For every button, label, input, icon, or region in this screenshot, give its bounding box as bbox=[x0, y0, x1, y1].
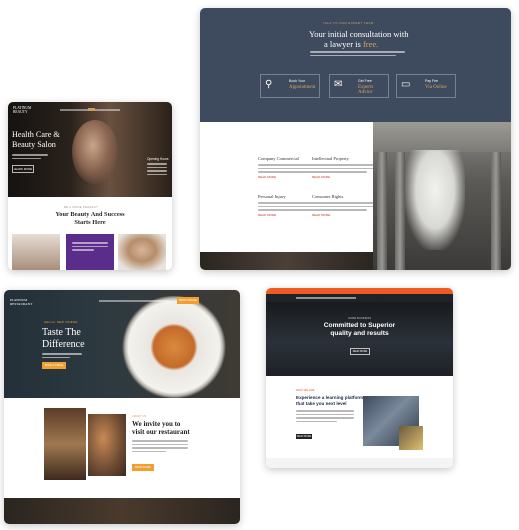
beauty-headline: Health Care & Beauty Salon bbox=[12, 130, 60, 149]
corporate-cta-button[interactable]: READ MORE bbox=[296, 434, 312, 439]
about-read-more-button[interactable]: READ MORE bbox=[132, 464, 154, 471]
food-photo bbox=[88, 414, 126, 476]
restaurant-template-card[interactable]: PLATINUM RESTAURANT BOOK ONLINE HELLO, NE… bbox=[4, 290, 240, 524]
laptop-icon: ▭ bbox=[401, 79, 411, 90]
feature-online-fee[interactable]: ▭ Pay Fee Via Online bbox=[396, 74, 456, 98]
model-portrait bbox=[72, 120, 118, 184]
restaurant-eyebrow: HELLO, NEW FRIEND bbox=[44, 320, 78, 324]
person-icon: ⚲ bbox=[265, 79, 273, 90]
about-eyebrow: ABOUT US bbox=[132, 414, 147, 418]
promo-tile bbox=[66, 234, 114, 270]
tools-photo bbox=[12, 234, 60, 270]
opening-hours-title: Opening Hours bbox=[147, 157, 169, 161]
corporate-headline: Committed to Superior quality and results bbox=[323, 322, 396, 337]
lawyer-hero: TALK TO OUR EXPERT TEAM Your initial con… bbox=[200, 8, 511, 122]
restaurant-footer-photo bbox=[4, 498, 240, 524]
about-headline: We invite you to visit our restaurant bbox=[132, 420, 190, 436]
chat-icon: ✉ bbox=[334, 79, 343, 90]
beauty-hero: PLATINUM BEAUTY Health Care & Beauty Salon… bbox=[8, 102, 172, 197]
restaurant-nav[interactable] bbox=[99, 300, 169, 302]
hero-paragraph bbox=[310, 51, 405, 58]
beauty-template-card[interactable]: PLATINUM BEAUTY Health Care & Beauty Salon… bbox=[8, 102, 172, 270]
corporate-nav[interactable] bbox=[266, 294, 453, 302]
corporate-hero-button[interactable]: READ MORE bbox=[350, 348, 370, 355]
learn-more-button[interactable]: LEARN MORE bbox=[12, 165, 34, 173]
corporate-eyebrow-2: WHO WE ARE bbox=[296, 388, 315, 392]
hero-eyebrow: TALK TO OUR EXPERT TEAM bbox=[323, 21, 374, 25]
hero-headline-line2: a lawyer is free. bbox=[324, 39, 379, 49]
lawyer-template-card[interactable]: TALK TO OUR EXPERT TEAM Your initial con… bbox=[200, 8, 511, 270]
restaurant-logo[interactable]: PLATINUM RESTAURANT bbox=[10, 298, 32, 306]
reserve-button[interactable]: BOOK ONLINE bbox=[177, 297, 199, 304]
hero-headline-line1: Your initial consultation with bbox=[309, 29, 409, 39]
restaurant-hero: PLATINUM RESTAURANT BOOK ONLINE HELLO, NE… bbox=[4, 290, 240, 398]
beauty-logo[interactable]: PLATINUM BEAUTY bbox=[13, 106, 31, 114]
feature-expert-advice[interactable]: ✉ Get Free Experts Advice bbox=[329, 74, 389, 98]
corporate-footer bbox=[266, 458, 453, 468]
building-photo bbox=[363, 396, 423, 450]
corporate-hero: HOME BUSINESS Committed to Superior quali… bbox=[266, 302, 453, 376]
restaurant-headline: Taste The Difference bbox=[42, 327, 85, 350]
corporate-template-card[interactable]: HOME BUSINESS Committed to Superior quali… bbox=[266, 288, 453, 468]
model-photo bbox=[118, 234, 166, 270]
beauty-eyebrow: BE A MORE PERFECT bbox=[64, 205, 99, 209]
interior-photo-1 bbox=[44, 408, 86, 480]
lawyer-footer-strip bbox=[200, 252, 373, 270]
courthouse-statue-photo bbox=[373, 122, 511, 270]
corporate-subheadline: Experience a learning platform that take … bbox=[296, 395, 364, 406]
book-table-button[interactable]: BOOK A TABLE bbox=[42, 362, 66, 369]
beauty-section-title: Your Beauty And Success Starts Here bbox=[55, 211, 125, 226]
feature-appointment[interactable]: ⚲ Book Your Appointment bbox=[260, 74, 320, 98]
corporate-eyebrow: HOME BUSINESS bbox=[347, 316, 372, 320]
pasta-plate-photo bbox=[114, 296, 234, 398]
beauty-nav-active[interactable] bbox=[88, 108, 95, 111]
